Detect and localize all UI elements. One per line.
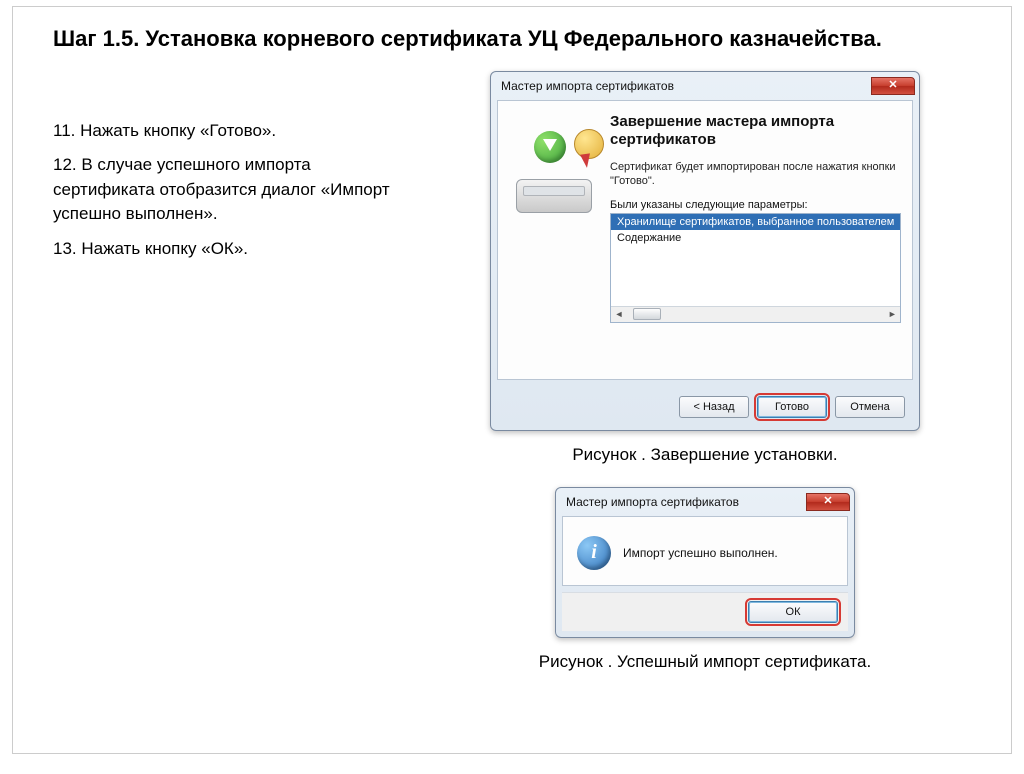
page-title: Шаг 1.5. Установка корневого сертификата… xyxy=(53,25,983,53)
wizard-titlebar: Мастер импорта сертификатов ✕ xyxy=(491,72,919,100)
figures-column: Мастер импорта сертификатов ✕ Завершени xyxy=(427,71,983,684)
msgbox-text: Импорт успешно выполнен. xyxy=(623,546,778,560)
wizard-graphic xyxy=(512,129,598,215)
wizard-client: Завершение мастера импорта сертификатов … xyxy=(497,100,913,380)
content-row: 11. Нажать кнопку «Готово». 12. В случае… xyxy=(53,71,983,684)
msgbox-titlebar: Мастер импорта сертификатов ✕ xyxy=(556,488,854,516)
figure-caption-2: Рисунок . Успешный импорт сертификата. xyxy=(539,652,871,672)
scroll-right-icon[interactable]: ► xyxy=(884,307,900,321)
close-icon: ✕ xyxy=(823,496,832,507)
download-arrow-icon xyxy=(534,131,566,163)
msgbox-button-row: ОК xyxy=(562,592,848,631)
scroll-left-icon[interactable]: ◄ xyxy=(611,307,627,321)
step-13: 13. Нажать кнопку «ОК». xyxy=(53,237,403,262)
step-12: 12. В случае успешного импорта сертифика… xyxy=(53,153,403,227)
wizard-window-title: Мастер импорта сертификатов xyxy=(501,79,674,93)
instructions-column: 11. Нажать кнопку «Готово». 12. В случае… xyxy=(53,71,403,684)
listbox-scrollbar[interactable]: ◄ ► xyxy=(611,306,900,322)
wizard-subtext: Сертификат будет импортирован после нажа… xyxy=(610,160,901,189)
close-icon: ✕ xyxy=(888,80,897,91)
msgbox-window-title: Мастер импорта сертификатов xyxy=(566,495,739,509)
step-11: 11. Нажать кнопку «Готово». xyxy=(53,119,403,144)
slide: Шаг 1.5. Установка корневого сертификата… xyxy=(12,6,1012,754)
back-button[interactable]: < Назад xyxy=(679,396,749,418)
figure-caption-1: Рисунок . Завершение установки. xyxy=(572,445,837,465)
msgbox-window: Мастер импорта сертификатов ✕ i Импорт у… xyxy=(555,487,855,638)
wizard-body: Завершение мастера импорта сертификатов … xyxy=(512,111,898,323)
close-button[interactable]: ✕ xyxy=(871,77,915,95)
list-item[interactable]: Содержание xyxy=(611,230,900,246)
drive-icon xyxy=(516,179,592,213)
finish-button-label: Готово xyxy=(775,401,809,413)
wizard-params-label: Были указаны следующие параметры: xyxy=(610,199,901,211)
certificate-badge-icon xyxy=(574,129,604,159)
msgbox-client: i Импорт успешно выполнен. xyxy=(562,516,848,586)
wizard-params-listbox[interactable]: Хранилище сертификатов, выбранное пользо… xyxy=(610,213,901,323)
close-button[interactable]: ✕ xyxy=(806,493,850,511)
cancel-button-label: Отмена xyxy=(850,401,889,413)
wizard-window: Мастер импорта сертификатов ✕ Завершени xyxy=(490,71,920,431)
back-button-label: < Назад xyxy=(694,401,735,413)
finish-button[interactable]: Готово xyxy=(757,396,827,418)
list-item-selected[interactable]: Хранилище сертификатов, выбранное пользо… xyxy=(611,214,900,230)
info-icon: i xyxy=(577,536,611,570)
wizard-right: Завершение мастера импорта сертификатов … xyxy=(610,111,901,323)
scroll-thumb[interactable] xyxy=(633,308,661,320)
wizard-heading: Завершение мастера импорта сертификатов xyxy=(610,113,901,151)
wizard-button-row: < Назад Готово Отмена xyxy=(497,386,913,422)
cancel-button[interactable]: Отмена xyxy=(835,396,905,418)
ok-button[interactable]: ОК xyxy=(748,601,838,623)
ok-button-label: ОК xyxy=(786,606,801,618)
